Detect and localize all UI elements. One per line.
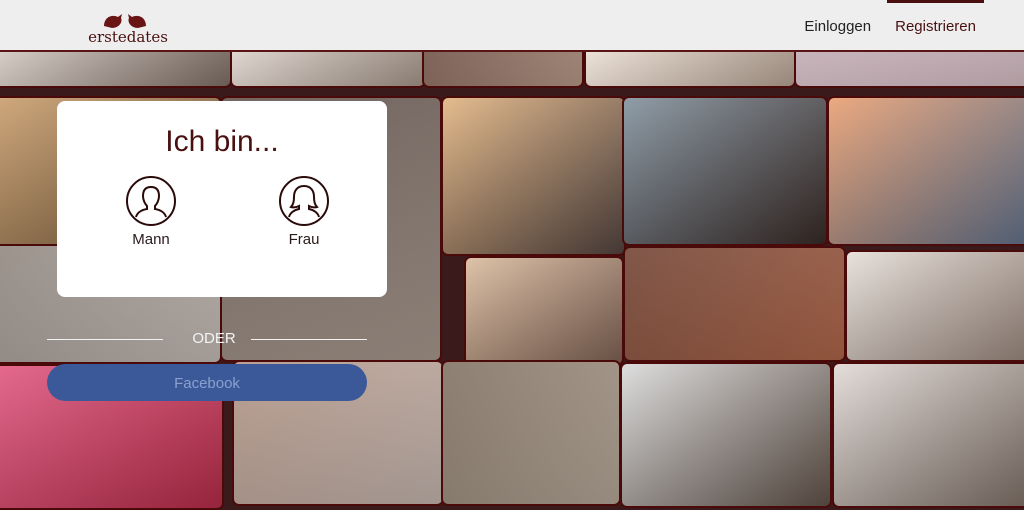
top-nav: Einloggen Registrieren xyxy=(796,0,984,52)
chooser-title: Ich bin... xyxy=(165,125,279,158)
brand-name: erstedates xyxy=(88,28,168,46)
photo-couple-sunset-pier xyxy=(827,96,1024,246)
divider-line-right xyxy=(251,339,367,340)
login-link[interactable]: Einloggen xyxy=(796,0,879,52)
female-user-icon xyxy=(279,176,329,226)
register-link[interactable]: Registrieren xyxy=(887,0,984,52)
male-user-icon xyxy=(126,176,176,226)
gender-chooser-card: Ich bin... Mann Frau xyxy=(57,101,387,297)
facebook-login-button[interactable]: Facebook xyxy=(47,364,367,401)
gender-option-male[interactable]: Mann xyxy=(106,175,196,248)
photo-couple-christmas xyxy=(464,256,624,366)
brand-logo[interactable]: erstedates xyxy=(88,8,168,46)
birds-logo-icon xyxy=(104,14,146,28)
photo-couple-outdoor-hug xyxy=(441,360,621,506)
photo-couple-bokeh-night xyxy=(623,246,846,362)
male-label: Mann xyxy=(132,231,170,248)
photo-couple-sofa-hug xyxy=(832,362,1024,508)
site-header: erstedates Einloggen Registrieren xyxy=(0,0,1024,52)
photo-couple-kiss-sunlight xyxy=(441,96,626,256)
photo-couple-bed-laughing xyxy=(845,250,1024,362)
gender-option-female[interactable]: Frau xyxy=(259,175,349,248)
photo-couple-embrace-coats xyxy=(622,96,828,246)
female-label: Frau xyxy=(288,231,320,248)
photo-couple-under-blanket xyxy=(620,362,832,508)
or-divider: ODER xyxy=(47,330,367,350)
